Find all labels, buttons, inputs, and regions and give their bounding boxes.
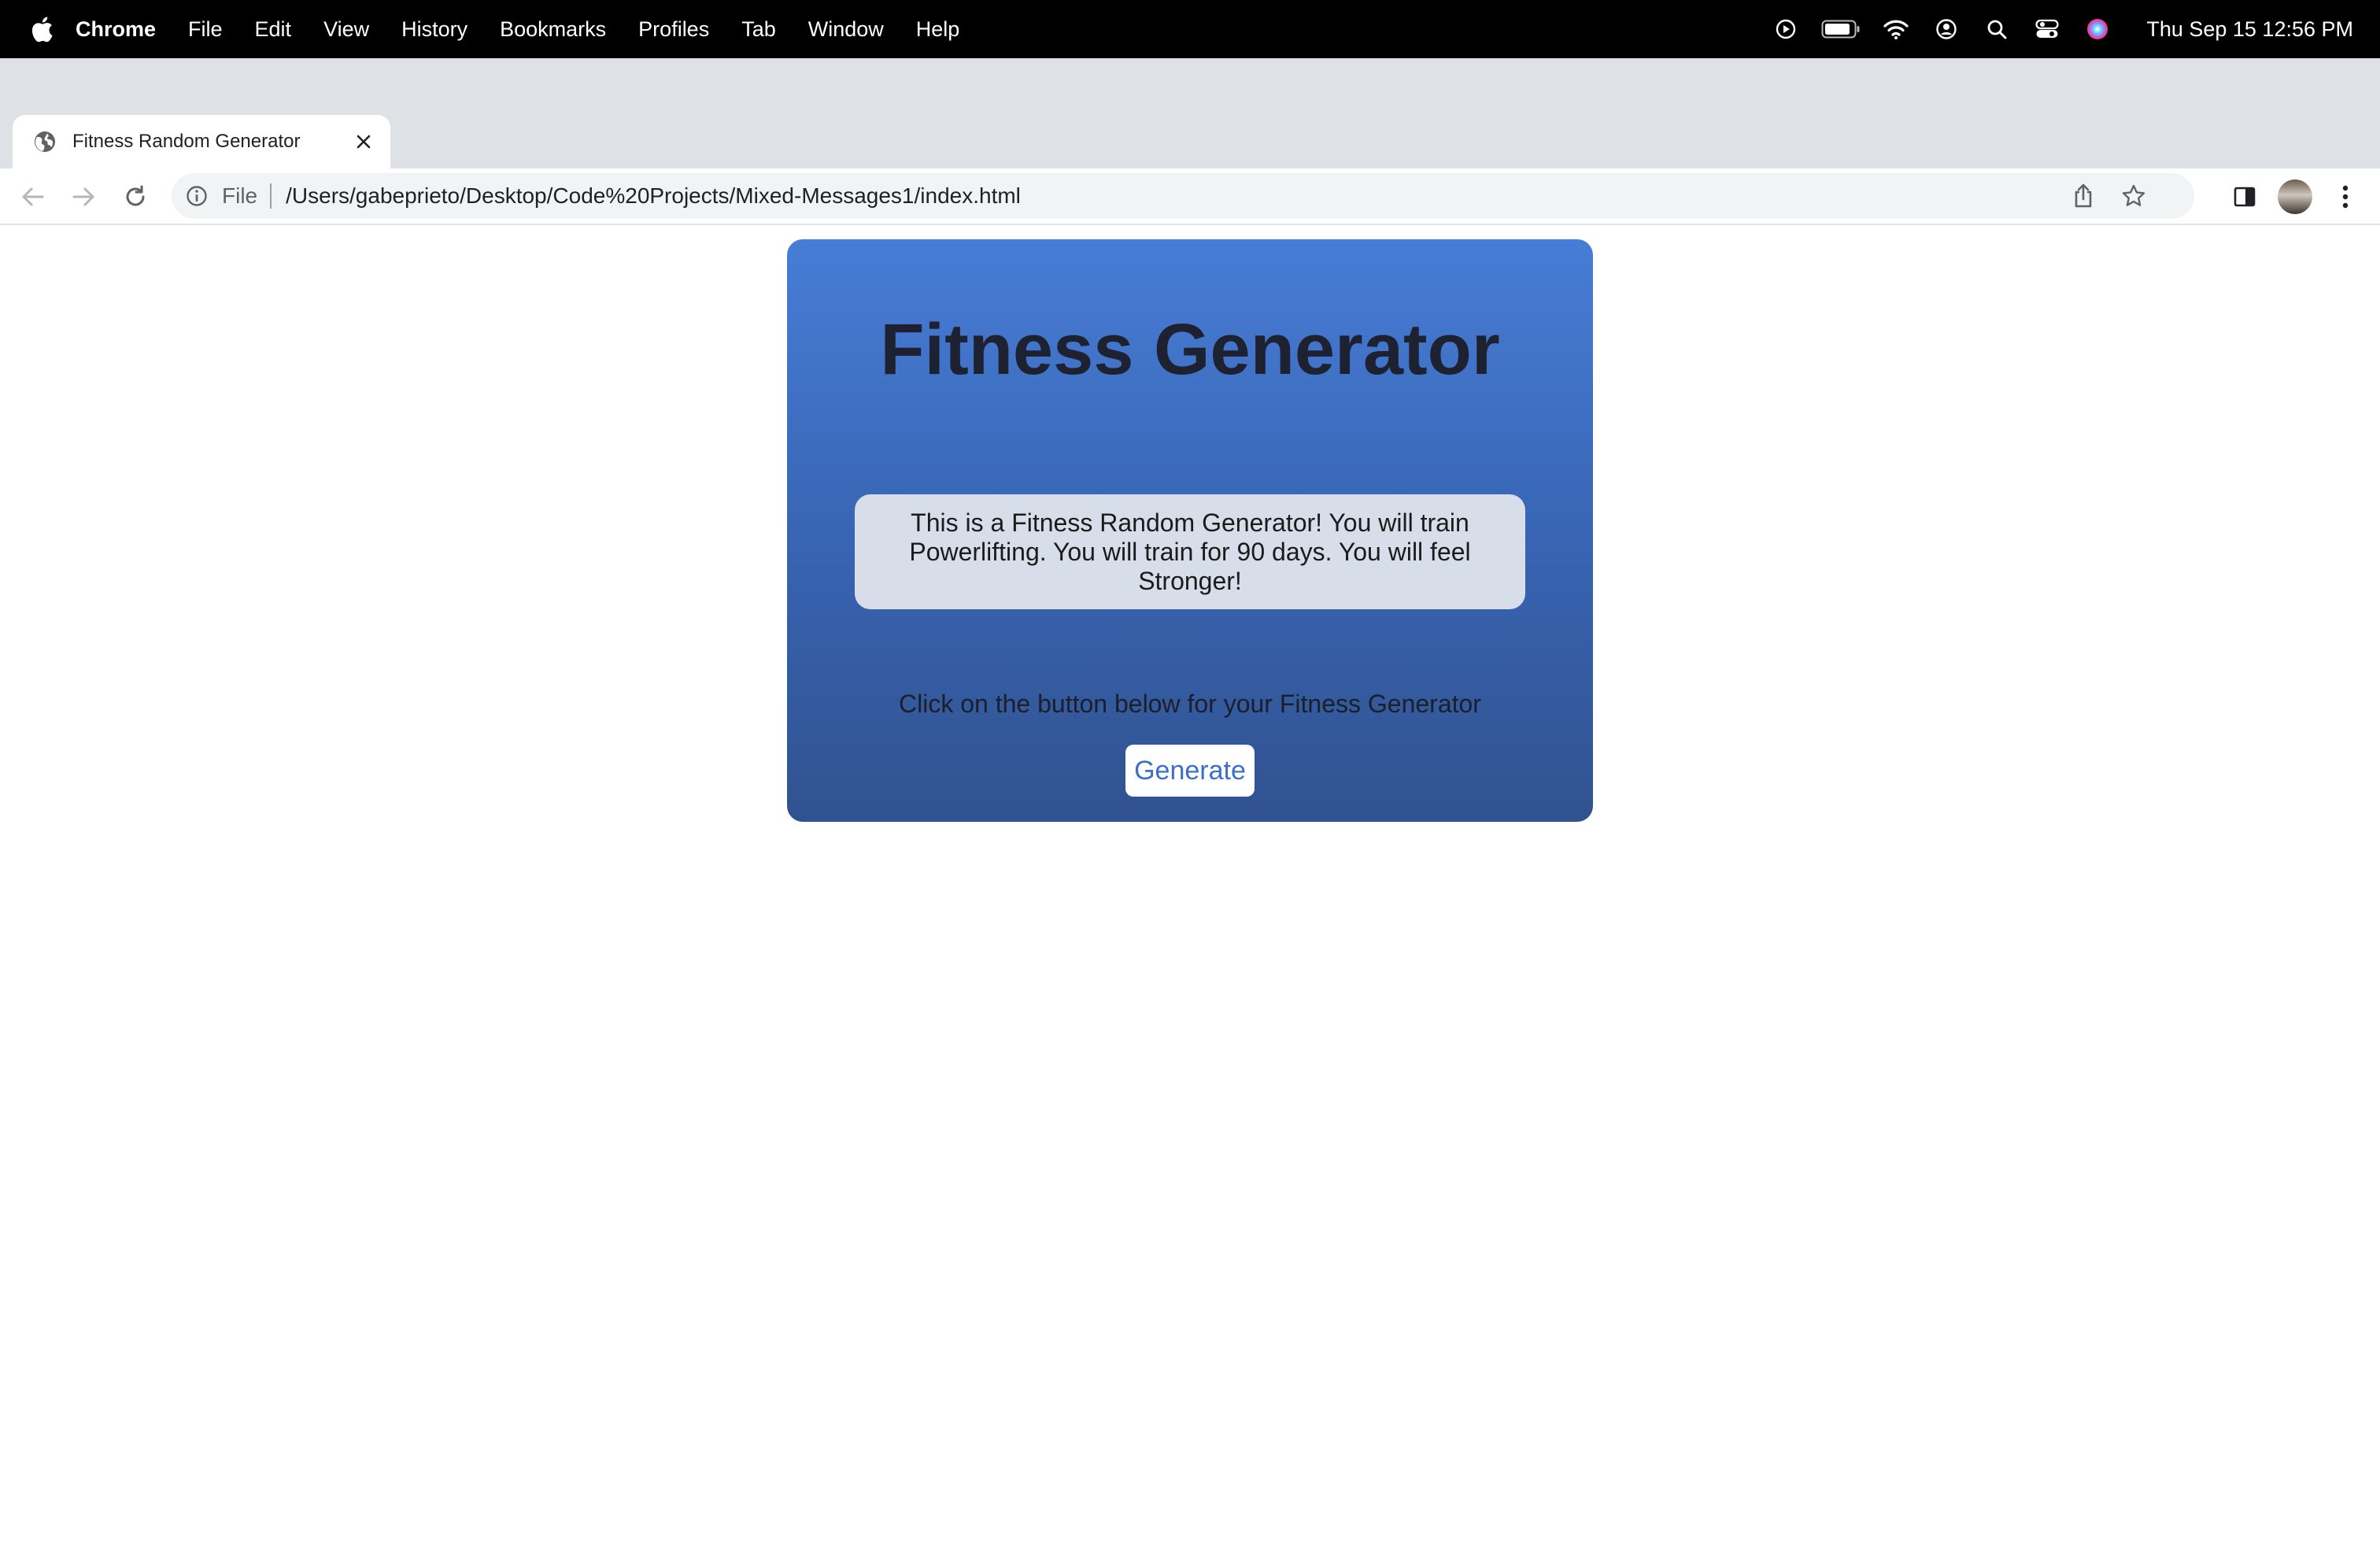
instruction-text: Click on the button below for your Fitne… [899,690,1481,718]
menu-file[interactable]: File [188,17,223,42]
page-title: Fitness Generator [880,309,1500,390]
menu-window[interactable]: Window [808,17,884,42]
tab-strip: Fitness Random Generator [0,58,2380,206]
battery-icon[interactable] [1820,13,1861,45]
share-icon[interactable] [2070,183,2097,209]
menu-app-name[interactable]: Chrome [76,17,156,42]
fitness-generator-card: Fitness Generator This is a Fitness Rand… [787,239,1593,822]
url-separator [270,183,272,209]
status-area: Thu Sep 15 12:56 PM [1751,0,2380,58]
side-panel-icon[interactable] [2227,179,2262,214]
close-icon[interactable] [351,129,376,154]
menubar-clock[interactable]: Thu Sep 15 12:56 PM [2146,17,2353,42]
reload-icon[interactable] [118,179,153,214]
bookmark-star-icon[interactable] [2120,183,2147,209]
apple-logo-icon[interactable] [30,16,54,43]
menu-edit[interactable]: Edit [255,17,292,42]
control-center-icon[interactable] [2031,13,2063,45]
avatar [2278,179,2312,214]
globe-icon [33,130,57,153]
url-scheme-label: File [222,183,258,208]
url-text[interactable]: /Users/gabeprieto/Desktop/Code%20Project… [286,183,1021,209]
menu-help[interactable]: Help [916,17,960,42]
generated-message-box: This is a Fitness Random Generator! You … [855,494,1525,609]
back-arrow-icon[interactable] [16,179,50,214]
browser-toolbar: File /Users/gabeprieto/Desktop/Code%20Pr… [0,168,2380,225]
menu-tab[interactable]: Tab [741,17,776,42]
menu-profiles[interactable]: Profiles [638,17,709,42]
info-icon[interactable] [186,184,209,208]
menu-history[interactable]: History [401,17,468,42]
menu-bookmarks[interactable]: Bookmarks [500,17,606,42]
wifi-icon[interactable] [1880,13,1912,45]
spotlight-icon[interactable] [1981,13,2012,45]
tab-title: Fitness Random Generator [72,131,301,152]
siri-icon[interactable] [2082,13,2113,45]
macos-menu-bar: Chrome File Edit View History Bookmarks … [0,0,2380,58]
address-bar[interactable]: File /Users/gabeprieto/Desktop/Code%20Pr… [172,173,2194,219]
profile-avatar[interactable] [2278,179,2312,214]
menu-view[interactable]: View [323,17,369,42]
play-icon[interactable] [1770,13,1802,45]
forward-arrow-icon[interactable] [66,179,101,214]
tab-fitness-random-generator[interactable]: Fitness Random Generator [13,115,390,168]
user-icon[interactable] [1931,13,1962,45]
kebab-menu-icon[interactable] [2328,179,2363,214]
generate-button[interactable]: Generate [1125,745,1255,797]
